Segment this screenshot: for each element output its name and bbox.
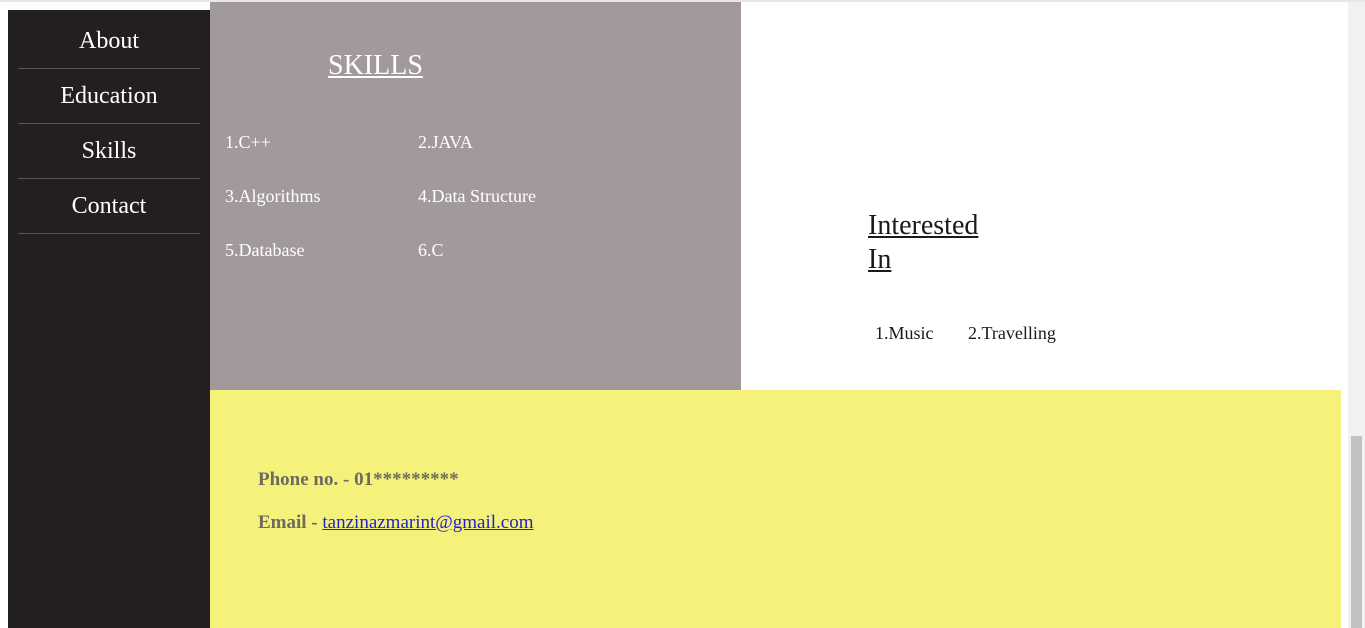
skill-item: 3.Algorithms	[225, 186, 321, 206]
interests-section: Interested In 1.Music 2.Travelling	[741, 2, 1341, 390]
interests-title-line1: Interested	[868, 210, 979, 241]
sidebar-item-label: Contact	[71, 193, 147, 219]
page: About Education Skills Contact SKILLS 1.…	[0, 0, 1365, 628]
interest-item: 1.Music	[875, 323, 934, 343]
sidebar-item-skills[interactable]: Skills	[18, 124, 200, 179]
sidebar-nav: About Education Skills Contact	[8, 10, 210, 628]
skill-item: 2.JAVA	[418, 132, 473, 152]
sidebar-item-label: About	[79, 28, 139, 54]
email-link[interactable]: tanzinazmarint@gmail.com	[322, 512, 533, 533]
interests-title-line2: In	[868, 244, 892, 275]
interests-title: Interested In	[868, 209, 1008, 277]
contact-section: Phone no. - 01********* Email - tanzinaz…	[210, 390, 1341, 628]
skill-item: 1.C++	[225, 132, 271, 152]
interest-item: 2.Travelling	[968, 323, 1056, 343]
sidebar-item-label: Education	[60, 83, 158, 109]
sidebar-item-education[interactable]: Education	[18, 69, 200, 124]
sidebar-item-about[interactable]: About	[18, 14, 200, 69]
email-row: Email - tanzinazmarint@gmail.com	[258, 511, 534, 535]
email-label: Email -	[258, 512, 323, 533]
sidebar-item-contact[interactable]: Contact	[18, 179, 200, 234]
skill-item: 4.Data Structure	[418, 186, 536, 206]
skills-title: SKILLS	[328, 50, 423, 81]
sidebar-item-label: Skills	[81, 138, 137, 164]
skill-item: 5.Database	[225, 240, 305, 260]
skills-section: SKILLS 1.C++ 2.JAVA 3.Algorithms 4.Data …	[210, 2, 741, 390]
phone-text: Phone no. - 01*********	[258, 469, 459, 490]
skill-item: 6.C	[418, 240, 444, 260]
scrollbar-thumb[interactable]	[1351, 436, 1362, 628]
